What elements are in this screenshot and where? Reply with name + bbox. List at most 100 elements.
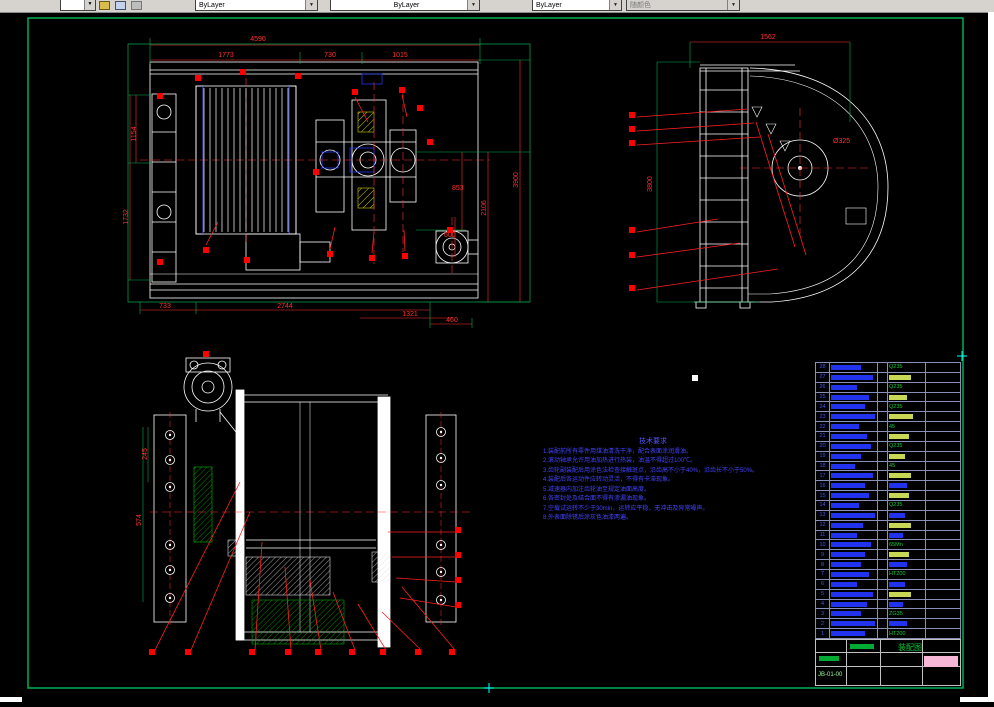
- marker-square: [402, 253, 408, 259]
- dim-1562: 1562: [760, 34, 776, 41]
- bom-item-no: 24: [816, 402, 830, 412]
- marker-square: [203, 351, 209, 357]
- bom-remark: [926, 590, 960, 599]
- highlight-cell[interactable]: [924, 656, 958, 667]
- bom-row: 4: [816, 599, 960, 610]
- dim-1773: 1773: [218, 52, 234, 59]
- bom-remark: [926, 540, 960, 549]
- bom-qty: [878, 363, 888, 372]
- dim-1015: 1015: [392, 52, 408, 59]
- bom-material: [888, 412, 926, 422]
- bom-item-no: 26: [816, 382, 830, 392]
- dim-853: 853: [452, 185, 464, 192]
- marker-square: [399, 87, 405, 93]
- right-scroll-strip[interactable]: [988, 12, 994, 702]
- marker-square: [629, 285, 635, 291]
- bom-material: [888, 530, 926, 540]
- marker-square: [455, 552, 461, 558]
- dim-3900: 3900: [513, 172, 520, 188]
- front-view: 4590 1773 730 1015 1154 1732 3900 2106 8…: [123, 36, 531, 328]
- linetype-combo[interactable]: ByLayer ▼: [330, 0, 480, 11]
- bom-row: 22 45: [816, 422, 960, 433]
- bom-part-name: [830, 481, 878, 491]
- bom-row: 26 Q235: [816, 382, 960, 393]
- bom-qty: [878, 520, 888, 530]
- bom-qty: [878, 599, 888, 609]
- marker-square: [327, 251, 333, 257]
- bom-remark: [926, 442, 960, 451]
- bom-qty: [878, 461, 888, 471]
- dim-1154: 1154: [131, 126, 138, 141]
- bom-part-name: [830, 579, 878, 589]
- tech-notes-title: 技术要求: [639, 438, 667, 445]
- properties-toolbar: ▼ ByLayer ▼ ByLayer ▼ ByLayer ▼ 随颜色 ▼: [0, 0, 994, 13]
- marker-square: [455, 602, 461, 608]
- bom-qty: [878, 510, 888, 520]
- marker-square: [455, 527, 461, 533]
- bom-qty: [878, 550, 888, 560]
- dim-2744: 2744: [277, 303, 293, 310]
- chevron-down-icon[interactable]: ▼: [467, 0, 479, 10]
- grip-point[interactable]: [692, 375, 698, 381]
- bom-qty: [878, 471, 888, 481]
- left-bolt-plate: [153, 414, 187, 623]
- bom-item-no: 21: [816, 432, 830, 441]
- layer-combo-stub[interactable]: ▼: [60, 0, 96, 11]
- plotstyle-combo-value: 随颜色: [630, 2, 651, 9]
- bom-remark: [926, 629, 960, 638]
- bom-row: 28 Q235: [816, 363, 960, 373]
- chevron-down-icon[interactable]: ▼: [305, 0, 317, 10]
- bom-material: [888, 372, 926, 382]
- bom-item-no: 8: [816, 560, 830, 570]
- marker-square: [417, 105, 423, 111]
- bom-row: 8: [816, 560, 960, 571]
- bom-part-name: [830, 501, 878, 510]
- bom-qty: [878, 372, 888, 382]
- dim-245: 245: [142, 448, 149, 460]
- bom-row: 25: [816, 392, 960, 403]
- bom-qty: [878, 609, 888, 619]
- layer-prev-icon[interactable]: [131, 1, 142, 10]
- chevron-down-icon[interactable]: ▼: [84, 0, 95, 10]
- bom-row: 1 HT200: [816, 629, 960, 639]
- marker-square: [349, 649, 355, 655]
- bom-qty: [878, 441, 888, 451]
- bom-item-no: 14: [816, 501, 830, 510]
- dim-600: 600: [444, 232, 456, 239]
- marker-square: [369, 255, 375, 261]
- bom-material: [888, 510, 926, 520]
- bom-row: 3 ZG35: [816, 609, 960, 620]
- bom-part-name: [830, 441, 878, 451]
- bom-remark: [926, 600, 960, 609]
- bom-qty: [878, 432, 888, 441]
- marker-square: [629, 112, 635, 118]
- bom-part-name: [830, 619, 878, 629]
- bom-material: [888, 599, 926, 609]
- marker-square: [455, 577, 461, 583]
- bom-qty: [878, 530, 888, 540]
- marker-square: [203, 247, 209, 253]
- bom-material: [888, 481, 926, 491]
- marker-square: [629, 126, 635, 132]
- title-cell-bar: [850, 644, 874, 649]
- layer-icon[interactable]: [99, 1, 110, 10]
- bom-remark: [926, 560, 960, 569]
- bom-item-no: 19: [816, 451, 830, 461]
- lineweight-combo[interactable]: ByLayer ▼: [532, 0, 622, 11]
- bom-material: [888, 579, 926, 589]
- chevron-down-icon[interactable]: ▼: [609, 0, 621, 10]
- color-combo[interactable]: ByLayer ▼: [195, 0, 318, 11]
- marker-square: [285, 649, 291, 655]
- marker-square: [629, 140, 635, 146]
- bom-material: [888, 432, 926, 441]
- layer-states-icon[interactable]: [115, 1, 126, 10]
- bom-row: 15: [816, 491, 960, 502]
- marker-square: [415, 649, 421, 655]
- bom-item-no: 2: [816, 619, 830, 629]
- bom-qty: [878, 491, 888, 501]
- note-line: 3.齿轮副装配后用涂色法检查接触斑点，沿齿高不小于40%，沿齿长不小于50%。: [543, 467, 759, 474]
- bom-row: 14 Q235: [816, 501, 960, 511]
- bom-material: [888, 560, 926, 570]
- note-line: 7.空载试运转不少于30min，运转应平稳，无冲击及异常噪声。: [543, 505, 709, 512]
- bom-part-name: [830, 510, 878, 520]
